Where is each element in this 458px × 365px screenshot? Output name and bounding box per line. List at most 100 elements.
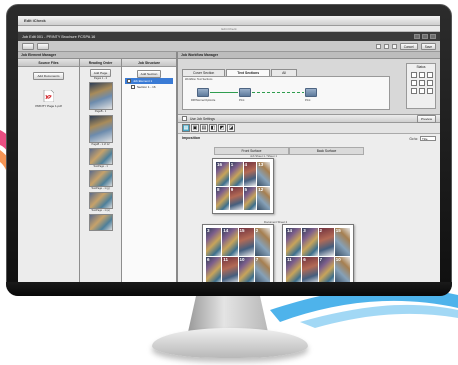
paper-icon[interactable]: ▤	[200, 124, 208, 132]
reading-order-column: Reading Order Add Page Pages 1 - 2 PageB…	[80, 59, 122, 282]
imposed-page[interactable]: 15	[334, 228, 350, 256]
imposed-page[interactable]: 15	[238, 228, 254, 256]
imposed-page[interactable]: 10	[334, 256, 350, 282]
imposed-page[interactable]: 10	[238, 256, 254, 282]
status-icon[interactable]	[427, 88, 433, 94]
imposed-page[interactable]: 4	[243, 162, 257, 186]
job-title: Job Edit 001 - PRINTY Brochure FCSPA 16	[22, 34, 96, 39]
grid-view-icon[interactable]	[375, 43, 381, 49]
imposed-page[interactable]: 3	[302, 228, 318, 256]
add-documents-button[interactable]: Add Documents	[33, 72, 64, 80]
page-number: 10	[239, 256, 245, 262]
page-number: 5	[244, 186, 248, 192]
surface-header: Front Surface Back Surface	[214, 147, 364, 155]
cancel-button[interactable]: Cancel	[399, 42, 418, 50]
page-thumbnail[interactable]	[88, 82, 113, 110]
tab-all[interactable]: All	[271, 69, 297, 76]
imposed-page[interactable]: 11	[286, 256, 302, 282]
imposed-page[interactable]: 13	[257, 162, 270, 186]
imposed-page[interactable]: 8	[216, 186, 229, 210]
status-icon[interactable]	[419, 72, 425, 78]
settings-icon[interactable]	[182, 116, 187, 121]
sheet-page-grid: 14 3 2 15 11 6 7 10	[286, 228, 350, 282]
status-icon[interactable]	[419, 88, 425, 94]
go-to-select[interactable]: Title	[420, 136, 436, 141]
list-view-icon[interactable]	[383, 43, 389, 49]
tree-item-section[interactable]: Section 1 - 16	[125, 84, 173, 90]
imposed-page[interactable]: 6	[302, 256, 318, 282]
imposed-page[interactable]: 11	[222, 256, 238, 282]
status-icon[interactable]	[419, 80, 425, 86]
window-title: Edit iCheck	[24, 18, 46, 23]
window-controls	[414, 34, 436, 39]
redo-button[interactable]	[37, 42, 49, 50]
status-icon[interactable]	[411, 80, 417, 86]
tab-text-sections[interactable]: Text Sections	[226, 69, 271, 76]
imposition-sheet-2-front[interactable]: 3 14 15 2 6 11 10 7	[202, 224, 274, 282]
imposed-page[interactable]: 3	[206, 228, 222, 256]
imposed-page[interactable]: 9	[229, 186, 243, 210]
workflow-node-rip[interactable]	[197, 88, 209, 97]
imposed-page[interactable]: 7	[254, 256, 270, 282]
page-thumbnail[interactable]	[88, 115, 113, 143]
page-number: 8	[217, 186, 220, 192]
toolbar: Cancel Save	[18, 41, 440, 52]
imposed-page[interactable]: 1	[229, 162, 243, 186]
imposed-page[interactable]: 14	[286, 228, 302, 256]
page-thumbnail[interactable]	[88, 170, 113, 187]
back-surface-label: Back Surface	[289, 147, 364, 155]
imposition-sheet-2-back[interactable]: 14 3 2 15 11 6 7 10	[282, 224, 354, 282]
imposed-page[interactable]: 2	[254, 228, 270, 256]
page-number: 2	[319, 228, 323, 233]
color-icon[interactable]: ◩	[218, 124, 226, 132]
monitor-stand-base	[152, 328, 308, 358]
status-icon[interactable]	[427, 80, 433, 86]
add-section-button[interactable]: Add Section	[136, 70, 162, 78]
workflow-node-print[interactable]	[239, 88, 251, 97]
page-thumbnail[interactable]	[88, 148, 113, 165]
minimize-button[interactable]	[414, 34, 420, 39]
preview-button[interactable]: Preview	[416, 114, 436, 123]
reading-order-caption: Pages 1 - 2	[93, 77, 108, 80]
monitor-stand-neck	[188, 296, 268, 332]
help-icon[interactable]	[391, 43, 397, 49]
imposed-page[interactable]: 5	[243, 186, 257, 210]
printer-icon[interactable]: ▣	[191, 124, 199, 132]
settings-label[interactable]: Use Job Settings	[190, 117, 215, 121]
imposed-page[interactable]: 12	[257, 186, 270, 210]
job-element-manager: Job Element Manager Source Files Add Doc…	[18, 52, 178, 282]
imposed-page[interactable]: 6	[206, 256, 222, 282]
page-number: 15	[239, 228, 245, 233]
undo-button[interactable]	[22, 42, 34, 50]
page-number: 12	[258, 186, 264, 192]
sheet-page-grid: 16 1 4 13 8 9 5 12	[216, 162, 270, 210]
workflow-node-print-2[interactable]	[305, 88, 317, 97]
pdf-file-icon[interactable]	[43, 89, 55, 103]
status-icon[interactable]	[411, 72, 417, 78]
menu-bar-label: Edit iCheck	[221, 26, 237, 31]
image-icon[interactable]: ◪	[227, 124, 235, 132]
imposition-icon[interactable]: ▦	[182, 124, 190, 132]
finishing-icon[interactable]: ◧	[209, 124, 217, 132]
maximize-button[interactable]	[422, 34, 428, 39]
imposed-page[interactable]: 14	[222, 228, 238, 256]
close-button[interactable]	[430, 34, 436, 39]
imposed-page[interactable]: 16	[216, 162, 229, 186]
status-icon[interactable]	[427, 72, 433, 78]
tab-cover-section[interactable]: Cover Section	[182, 69, 226, 76]
go-to-label: Go to:	[409, 136, 418, 141]
source-file-name[interactable]: PRINTY Page 1.pdf	[21, 104, 76, 108]
page-thumbnail[interactable]	[88, 192, 113, 209]
imposed-page[interactable]: 2	[318, 228, 334, 256]
imposed-page[interactable]: 7	[318, 256, 334, 282]
imposition-sheet-1[interactable]: 16 1 4 13 8 9 5 12	[212, 158, 274, 214]
page-thumbnail[interactable]	[88, 214, 113, 231]
status-icon[interactable]	[411, 88, 417, 94]
add-page-button[interactable]: Add Page	[89, 69, 112, 77]
app-header: Job Edit 001 - PRINTY Brochure FCSPA 16	[18, 32, 440, 41]
page-number: 13	[258, 162, 264, 167]
save-button[interactable]: Save	[420, 42, 436, 50]
job-workflow-manager: Job Workflow Manager Cover Section Text …	[178, 52, 440, 282]
page-number: 3	[207, 228, 210, 233]
expand-icon[interactable]	[127, 79, 131, 83]
